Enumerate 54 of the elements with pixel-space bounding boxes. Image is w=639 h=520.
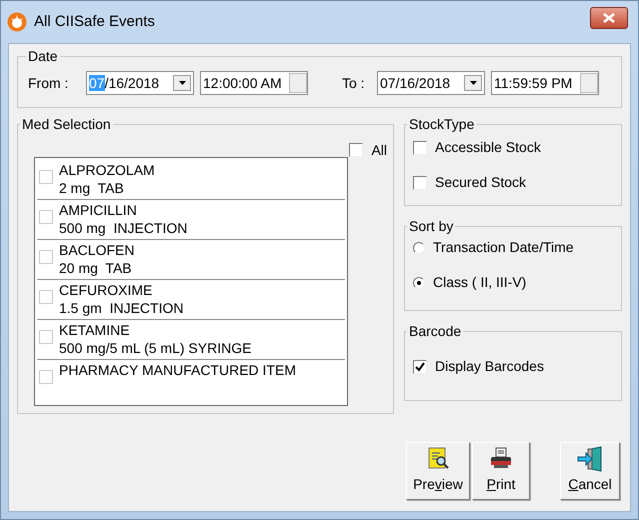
- close-button[interactable]: [590, 7, 628, 29]
- checkbox[interactable]: [39, 290, 53, 304]
- close-icon: [603, 13, 615, 23]
- group-title: StockType: [408, 115, 476, 134]
- group-title: Med Selection: [21, 115, 112, 134]
- date-picker[interactable]: 07/16/2018: [377, 71, 485, 95]
- med-name: AMPICILLIN: [59, 201, 138, 219]
- radio-button[interactable]: [413, 242, 425, 254]
- checkbox[interactable]: [413, 360, 427, 374]
- time-spinner[interactable]: 12:00:00 AM: [200, 71, 308, 95]
- checkbox[interactable]: [349, 143, 364, 157]
- med-name: BACLOFEN: [59, 241, 134, 259]
- dropdown-button[interactable]: [173, 75, 191, 91]
- dropdown-button[interactable]: [464, 75, 482, 91]
- radio-label: Class ( II, III-V): [433, 273, 526, 292]
- date-value: 07/16/2018: [380, 74, 452, 92]
- radio-button[interactable]: [413, 276, 425, 288]
- checkbox[interactable]: [39, 330, 53, 344]
- print-button[interactable]: Print: [472, 442, 530, 500]
- med-dose: 2 mg TAB: [59, 179, 125, 197]
- window-title: All CIISafe Events: [34, 12, 155, 32]
- exit-door-icon: [577, 446, 603, 472]
- checkbox[interactable]: [413, 140, 427, 154]
- cancel-button[interactable]: Cancel: [560, 442, 620, 500]
- med-dose: 500 mg INJECTION: [59, 219, 188, 237]
- checkbox[interactable]: [39, 170, 53, 184]
- radio-label: Transaction Date/Time: [433, 238, 574, 257]
- med-dose: 1.5 gm INJECTION: [59, 299, 184, 317]
- time-value: 11:59:59 PM: [494, 74, 574, 92]
- med-dose: 500 mg/5 mL (5 mL) SYRINGE: [59, 339, 252, 357]
- field-label: From :: [28, 74, 70, 92]
- app-logo-icon: [7, 12, 27, 32]
- med-name: PHARMACY MANUFACTURED ITEM: [59, 361, 296, 379]
- med-name: CEFUROXIME: [59, 281, 154, 299]
- group-title: Sort by: [408, 217, 454, 236]
- caret-icon: [470, 81, 476, 85]
- time-value: 12:00:00 AM: [203, 74, 283, 92]
- caret-icon: [178, 81, 186, 85]
- med-dose: 20 mg TAB: [59, 259, 133, 277]
- checkbox[interactable]: [39, 250, 53, 264]
- checkbox-label: Accessible Stock: [435, 138, 541, 157]
- med-name: ALPROZOLAM: [59, 161, 155, 179]
- time-spinner[interactable]: 11:59:59 PM: [491, 71, 599, 95]
- checkbox[interactable]: [39, 210, 53, 224]
- checkbox[interactable]: [39, 370, 53, 384]
- checkbox[interactable]: [413, 176, 427, 190]
- checkbox-label: All: [371, 140, 387, 160]
- checkbox-label: Secured Stock: [435, 173, 526, 192]
- preview-button[interactable]: Preview: [406, 442, 470, 500]
- field-label: To :: [342, 74, 366, 92]
- med-name: KETAMINE: [59, 321, 131, 339]
- checkbox-label: Display Barcodes: [435, 357, 544, 376]
- group-title: Barcode: [408, 322, 462, 341]
- group-title: Date: [27, 47, 59, 66]
